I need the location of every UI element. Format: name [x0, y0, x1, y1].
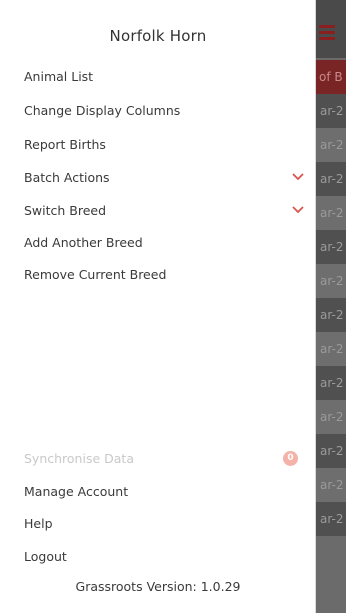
menu-item-label: Logout: [24, 549, 67, 564]
background-app-header: [314, 0, 346, 58]
menu-item-synchronise-data[interactable]: Synchronise Data 0: [24, 444, 304, 474]
version-label: Grassroots Version: 1.0.29: [75, 579, 241, 594]
menu-item-label: Manage Account: [24, 484, 129, 499]
background-row: ar-2: [314, 400, 346, 434]
background-app: of B ar-2 ar-2 ar-2 ar-2 ar-2 ar-2 ar-2 …: [314, 0, 346, 613]
menu-item-label: Synchronise Data: [24, 451, 134, 466]
menu-item-label: Add Another Breed: [24, 235, 143, 250]
background-row: ar-2: [314, 298, 346, 332]
background-column-header: of B: [314, 60, 346, 94]
sync-count-badge: 0: [283, 451, 298, 466]
background-row: ar-2: [314, 230, 346, 264]
background-row: ar-2: [314, 332, 346, 366]
menu-item-change-display-columns[interactable]: Change Display Columns: [24, 96, 304, 126]
background-row: ar-2: [314, 196, 346, 230]
menu-item-add-another-breed[interactable]: Add Another Breed: [24, 228, 304, 258]
drawer-title: Norfolk Horn: [109, 27, 207, 45]
menu-item-remove-current-breed[interactable]: Remove Current Breed: [24, 260, 304, 290]
hamburger-icon[interactable]: [319, 25, 335, 43]
background-row: ar-2: [314, 94, 346, 128]
menu-item-label: Batch Actions: [24, 170, 110, 185]
background-row: ar-2: [314, 264, 346, 298]
chevron-down-icon[interactable]: [292, 172, 304, 182]
menu-item-help[interactable]: Help: [24, 509, 304, 539]
menu-item-label: Change Display Columns: [24, 103, 181, 118]
menu-item-report-births[interactable]: Report Births: [24, 130, 304, 160]
background-row: ar-2: [314, 366, 346, 400]
background-row: ar-2: [314, 468, 346, 502]
menu-item-label: Remove Current Breed: [24, 267, 167, 282]
menu-item-batch-actions[interactable]: Batch Actions: [24, 163, 304, 193]
background-row: ar-2: [314, 502, 346, 536]
menu-item-label: Report Births: [24, 137, 106, 152]
menu-item-switch-breed[interactable]: Switch Breed: [24, 196, 304, 226]
menu-item-logout[interactable]: Logout: [24, 542, 304, 572]
side-drawer: Norfolk Horn Animal List Change Display …: [0, 0, 316, 613]
menu-item-animal-list[interactable]: Animal List: [24, 62, 304, 92]
chevron-down-icon[interactable]: [292, 205, 304, 215]
background-row: ar-2: [314, 128, 346, 162]
menu-item-label: Help: [24, 516, 53, 531]
background-row: ar-2: [314, 162, 346, 196]
background-row: ar-2: [314, 434, 346, 468]
menu-item-label: Switch Breed: [24, 203, 107, 218]
menu-item-manage-account[interactable]: Manage Account: [24, 477, 304, 507]
menu-item-label: Animal List: [24, 69, 94, 84]
